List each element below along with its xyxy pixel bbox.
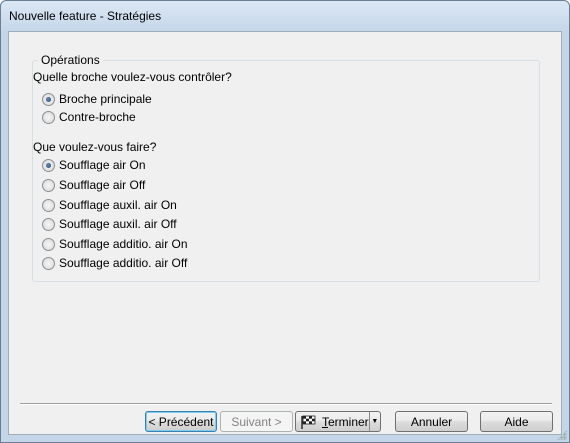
action-question: Que voulez-vous faire? [33,140,157,154]
radio-label: Soufflage auxil. air Off [59,217,177,231]
radio-button-checked[interactable] [42,158,55,172]
radio-soufflage-additio-air-on[interactable]: Soufflage additio. air On [42,236,188,252]
radio-label: Soufflage additio. air On [59,237,188,251]
wizard-window: Nouvelle feature - Stratégies Opérations… [0,0,570,443]
radio-button[interactable] [42,178,55,192]
dialog-body: Opérations Quelle broche voulez-vous con… [8,31,562,435]
title-bar[interactable]: Nouvelle feature - Stratégies [1,1,569,31]
radio-button[interactable] [42,217,55,231]
radio-contre-broche[interactable]: Contre-broche [42,109,136,125]
radio-label: Soufflage air Off [59,178,146,192]
spindle-question: Quelle broche voulez-vous contrôler? [33,70,232,84]
finish-dropdown[interactable]: ▼ [368,412,380,431]
radio-soufflage-auxil-air-off[interactable]: Soufflage auxil. air Off [42,216,177,232]
help-button[interactable]: Aide [480,411,553,432]
radio-label: Contre-broche [59,110,136,124]
radio-soufflage-additio-air-off[interactable]: Soufflage additio. air Off [42,255,187,271]
radio-soufflage-auxil-air-on[interactable]: Soufflage auxil. air On [42,197,177,213]
radio-label: Soufflage air On [59,158,146,172]
operations-legend: Opérations [38,53,103,67]
radio-soufflage-air-on[interactable]: Soufflage air On [42,157,146,173]
radio-label: Soufflage auxil. air On [59,198,177,212]
button-separator [20,403,552,405]
window-title: Nouvelle feature - Stratégies [9,9,162,23]
finish-label-rest: erminer [328,414,369,429]
finish-button[interactable]: Terminer [296,412,369,431]
radio-label: Broche principale [59,92,152,106]
radio-broche-principale[interactable]: Broche principale [42,91,152,107]
cancel-button[interactable]: Annuler [395,411,468,432]
checkered-flag-icon [301,415,316,429]
finish-split-button[interactable]: Terminer ▼ [295,411,381,432]
radio-button-checked[interactable] [42,92,55,106]
next-button[interactable]: Suivant > [220,411,293,432]
radio-button[interactable] [42,198,55,212]
radio-soufflage-air-off[interactable]: Soufflage air Off [42,177,145,193]
finish-label: Terminer [322,415,369,429]
previous-button[interactable]: < Précédent [145,411,217,432]
radio-button[interactable] [42,256,55,270]
radio-button[interactable] [42,237,55,251]
radio-label: Soufflage additio. air Off [59,256,188,270]
chevron-down-icon: ▼ [371,418,379,425]
radio-button[interactable] [42,110,55,124]
